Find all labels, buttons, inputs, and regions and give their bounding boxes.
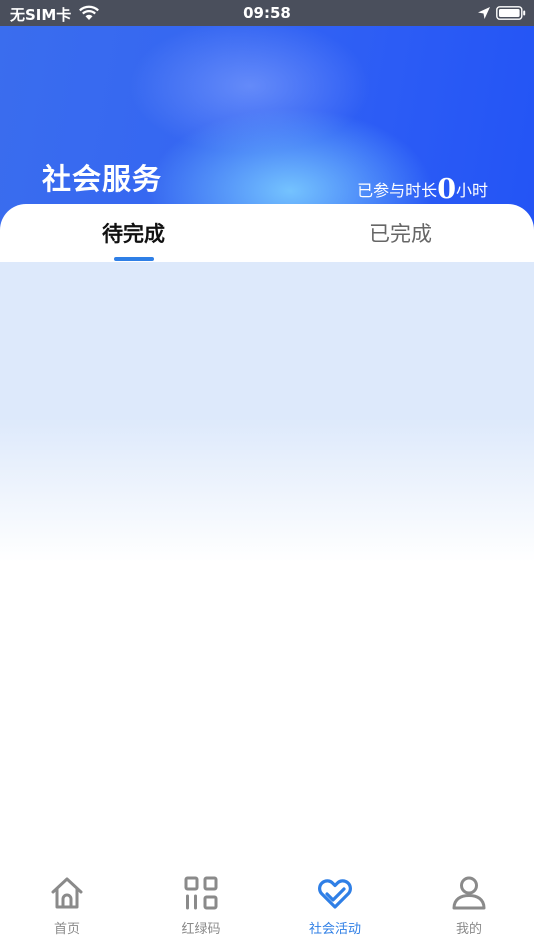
tab-active-indicator — [114, 257, 154, 261]
tabbar-item-code[interactable]: 红绿码 — [134, 874, 268, 937]
tab-completed[interactable]: 已完成 — [267, 218, 534, 248]
tabbar-label-code: 红绿码 — [181, 922, 221, 937]
home-icon — [51, 877, 83, 909]
tabbar-item-mine[interactable]: 我的 — [402, 874, 534, 937]
status-bar: 无SIM卡 09:58 — [0, 0, 534, 26]
status-tabs: 待完成 已完成 — [0, 204, 534, 262]
duration-value: 0 — [437, 174, 456, 205]
person-icon — [452, 876, 486, 910]
tabbar-item-home[interactable]: 首页 — [0, 874, 134, 937]
tabbar-label-home: 首页 — [53, 922, 80, 937]
battery-icon — [496, 6, 526, 20]
tab-pending[interactable]: 待完成 — [0, 218, 267, 248]
task-list-area[interactable] — [0, 262, 534, 862]
duration-unit: 小时 — [455, 181, 488, 200]
grid-code-icon — [184, 876, 218, 910]
bottom-tab-bar: 首页 红绿码 社会活动 我的 — [0, 862, 534, 950]
heart-check-icon — [318, 879, 352, 909]
tabbar-label-mine: 我的 — [455, 922, 482, 937]
tabbar-item-social-activity[interactable]: 社会活动 — [268, 874, 402, 937]
status-time: 09:58 — [243, 4, 291, 22]
duration-prefix: 已参与时长 — [357, 181, 438, 200]
location-arrow-icon — [478, 7, 490, 19]
tabbar-label-social-activity: 社会活动 — [308, 922, 361, 937]
participation-duration: 已参与时长0小时 — [357, 174, 488, 205]
page-title: 社会服务 — [42, 162, 163, 196]
